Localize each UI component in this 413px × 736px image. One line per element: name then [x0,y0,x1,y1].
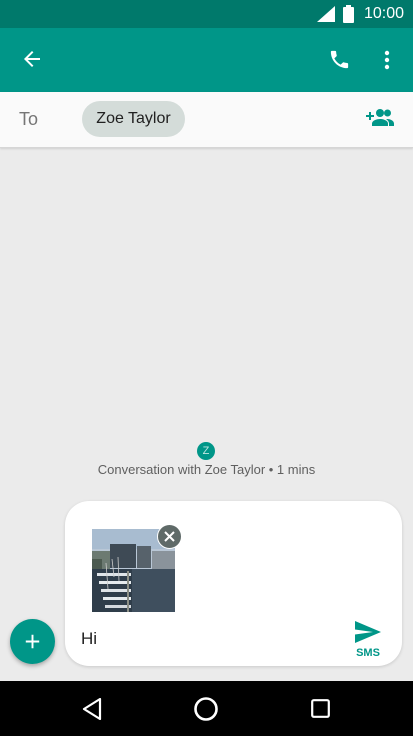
battery-icon [343,5,354,23]
home-nav-icon[interactable] [193,696,219,722]
to-label: To [19,109,39,129]
compose-box: Hi SMS [65,501,402,666]
plus-icon [25,634,40,649]
recipient-bar: To Zoe Taylor [0,92,413,148]
recipient-chip[interactable]: Zoe Taylor [82,101,185,137]
remove-attachment-button[interactable] [157,524,182,549]
message-input[interactable]: Hi [81,629,97,649]
add-person-icon[interactable] [365,108,395,128]
recents-nav-icon[interactable] [311,699,330,718]
send-sms-label[interactable]: SMS [350,647,386,659]
navigation-bar [0,681,413,736]
arrow-left-icon[interactable] [22,49,42,69]
signal-icon [317,6,335,22]
status-time: 10:00 [363,5,404,22]
conversation-info: Conversation with Zoe Taylor • 1 mins [97,462,316,477]
contact-avatar: Z [197,442,215,460]
more-vert-icon[interactable] [384,50,390,70]
app-bar [0,28,413,92]
send-icon[interactable] [355,621,381,643]
back-nav-icon[interactable] [82,698,102,720]
status-bar: 10:00 [0,0,413,28]
close-icon [164,531,175,542]
phone-icon[interactable] [328,48,351,71]
add-attachment-button[interactable] [10,619,55,664]
